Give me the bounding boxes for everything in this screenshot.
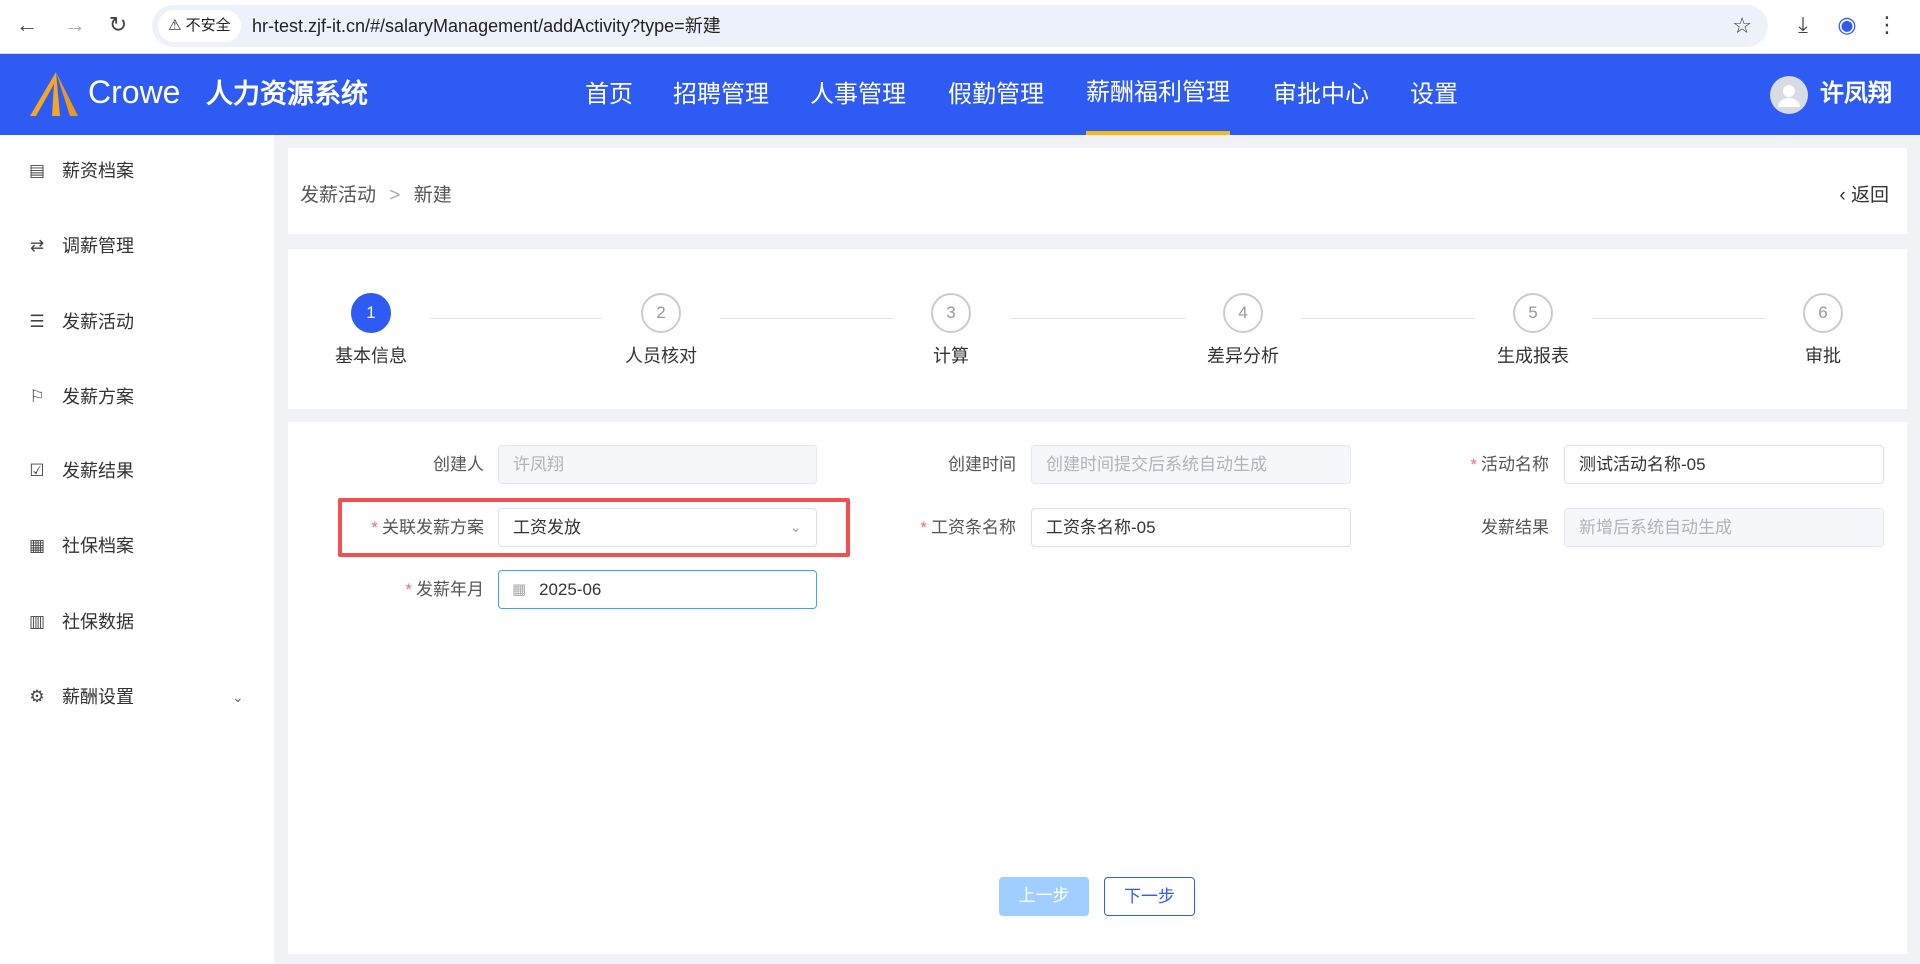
- sidebar-item-salary-adjust[interactable]: ⇄ 调薪管理: [0, 226, 274, 266]
- step-1-label: 基本信息: [335, 346, 407, 366]
- flag-icon: ⚐: [29, 387, 45, 406]
- created-time-input: 创建时间提交后系统自动生成: [1031, 445, 1351, 484]
- pay-month-label: * 发薪年月: [405, 580, 484, 599]
- logo-text: Crowe: [88, 74, 181, 110]
- step-1-circle: 1: [351, 293, 391, 333]
- menu-icon[interactable]: ⋮: [1872, 12, 1902, 38]
- clipboard-icon: ☰: [29, 312, 45, 331]
- step-4-label: 差异分析: [1207, 346, 1279, 366]
- next-step-button[interactable]: 下一步: [1104, 877, 1195, 916]
- url-text[interactable]: hr-test.zjf-it.cn/#/salaryManagement/add…: [252, 5, 721, 47]
- pay-month-picker[interactable]: ▦ 2025-06: [498, 570, 817, 609]
- step-connector: [720, 318, 894, 319]
- bar-chart-icon: ▥: [28, 612, 46, 631]
- nav-recruitment[interactable]: 招聘管理: [673, 54, 769, 135]
- sidebar-item-social-archive[interactable]: ▦ 社保档案: [0, 526, 274, 566]
- sidebar-item-social-data[interactable]: ▥ 社保数据: [0, 602, 274, 642]
- exchange-icon: ⇄: [29, 236, 45, 255]
- document-icon: ▤: [28, 161, 46, 180]
- warning-icon: ⚠: [168, 17, 186, 34]
- building-icon: ▦: [28, 536, 46, 555]
- address-bar[interactable]: ⚠ 不安全 hr-test.zjf-it.cn/#/salaryManageme…: [152, 5, 1768, 47]
- step-connector: [430, 318, 602, 319]
- pay-result-label: 发薪结果: [1481, 518, 1549, 537]
- plan-label: * 关联发薪方案: [371, 518, 484, 537]
- step-5-label: 生成报表: [1497, 346, 1569, 366]
- avatar[interactable]: [1770, 76, 1808, 114]
- security-indicator[interactable]: ⚠ 不安全: [158, 10, 241, 42]
- step-3-circle: 3: [931, 293, 971, 333]
- step-4-circle: 4: [1223, 293, 1263, 333]
- user-name[interactable]: 许凤翔: [1820, 74, 1892, 114]
- download-icon[interactable]: ⤓: [1788, 12, 1818, 38]
- pay-result-input: 新增后系统自动生成: [1564, 508, 1884, 547]
- step-2-label: 人员核对: [625, 346, 697, 366]
- activity-name-label: * 活动名称: [1470, 455, 1549, 474]
- sidebar-item-pay-result[interactable]: ☑ 发薪结果: [0, 451, 274, 491]
- browser-toolbar: ← → ↻ ⚠ 不安全 hr-test.zjf-it.cn/#/salaryMa…: [0, 0, 1920, 54]
- creator-label: 创建人: [433, 455, 484, 474]
- step-3-label: 计算: [933, 346, 969, 366]
- prev-step-button[interactable]: 上一步: [999, 877, 1089, 916]
- forward-arrow-icon[interactable]: →: [60, 12, 90, 38]
- back-button[interactable]: ‹ 返回: [1839, 180, 1889, 207]
- sidebar-item-pay-activity[interactable]: ☰ 发薪活动: [0, 302, 274, 342]
- breadcrumb-current: 新建: [413, 185, 452, 206]
- activity-name-input[interactable]: 测试活动名称-05: [1564, 445, 1884, 484]
- chevron-left-icon: ‹: [1839, 185, 1851, 206]
- chevron-down-icon: ⌄: [232, 689, 244, 705]
- checklist-icon: ☑: [29, 461, 45, 480]
- step-2-circle: 2: [641, 293, 681, 333]
- reload-icon[interactable]: ↻: [103, 12, 133, 38]
- sidebar-item-salary-archive[interactable]: ▤ 薪资档案: [0, 151, 274, 191]
- nav-salary-welfare[interactable]: 薪酬福利管理: [1086, 54, 1230, 135]
- step-connector: [1010, 318, 1186, 319]
- nav-settings[interactable]: 设置: [1410, 54, 1458, 135]
- nav-attendance[interactable]: 假勤管理: [948, 54, 1044, 135]
- slip-name-label: * 工资条名称: [920, 518, 1016, 537]
- nav-approval[interactable]: 审批中心: [1273, 54, 1369, 135]
- sidebar: ▤ 薪资档案 ⇄ 调薪管理 ☰ 发薪活动 ⚐ 发薪方案 ☑ 发薪结果 ▦ 社保档案 ▥ 社保数…: [0, 135, 274, 964]
- breadcrumb-separator: >: [389, 185, 401, 206]
- breadcrumb-card: 发薪活动 > 新建 ‹ 返回: [288, 148, 1907, 234]
- sidebar-item-salary-settings[interactable]: ⚙ 薪酬设置 ⌄: [0, 677, 274, 717]
- system-name: 人力资源系统: [206, 79, 368, 109]
- profile-icon[interactable]: ◉: [1832, 12, 1862, 38]
- gear-icon: ⚙: [29, 687, 45, 706]
- created-time-label: 创建时间: [948, 455, 1016, 474]
- app-header: Crowe 人力资源系统 首页 招聘管理 人事管理 假勤管理 薪酬福利管理 审批…: [0, 54, 1920, 135]
- back-arrow-icon[interactable]: ←: [12, 12, 42, 38]
- steps-card: [288, 249, 1907, 409]
- nav-personnel[interactable]: 人事管理: [810, 54, 906, 135]
- nav-home[interactable]: 首页: [585, 54, 633, 135]
- step-connector: [1301, 318, 1475, 319]
- creator-input: 许凤翔: [498, 445, 817, 484]
- calendar-icon: ▦: [512, 581, 527, 598]
- star-icon[interactable]: ☆: [1732, 13, 1752, 39]
- slip-name-input[interactable]: 工资条名称-05: [1031, 508, 1351, 547]
- step-6-label: 审批: [1805, 346, 1841, 366]
- step-6-circle: 6: [1803, 293, 1843, 333]
- crowe-logo-icon: [30, 72, 78, 116]
- plan-select[interactable]: 工资发放 ⌄: [498, 508, 817, 547]
- breadcrumb-parent[interactable]: 发薪活动: [300, 185, 376, 206]
- breadcrumb: 发薪活动 > 新建: [300, 180, 452, 207]
- sidebar-item-pay-plan[interactable]: ⚐ 发薪方案: [0, 377, 274, 417]
- step-5-circle: 5: [1513, 293, 1553, 333]
- step-connector: [1592, 318, 1766, 319]
